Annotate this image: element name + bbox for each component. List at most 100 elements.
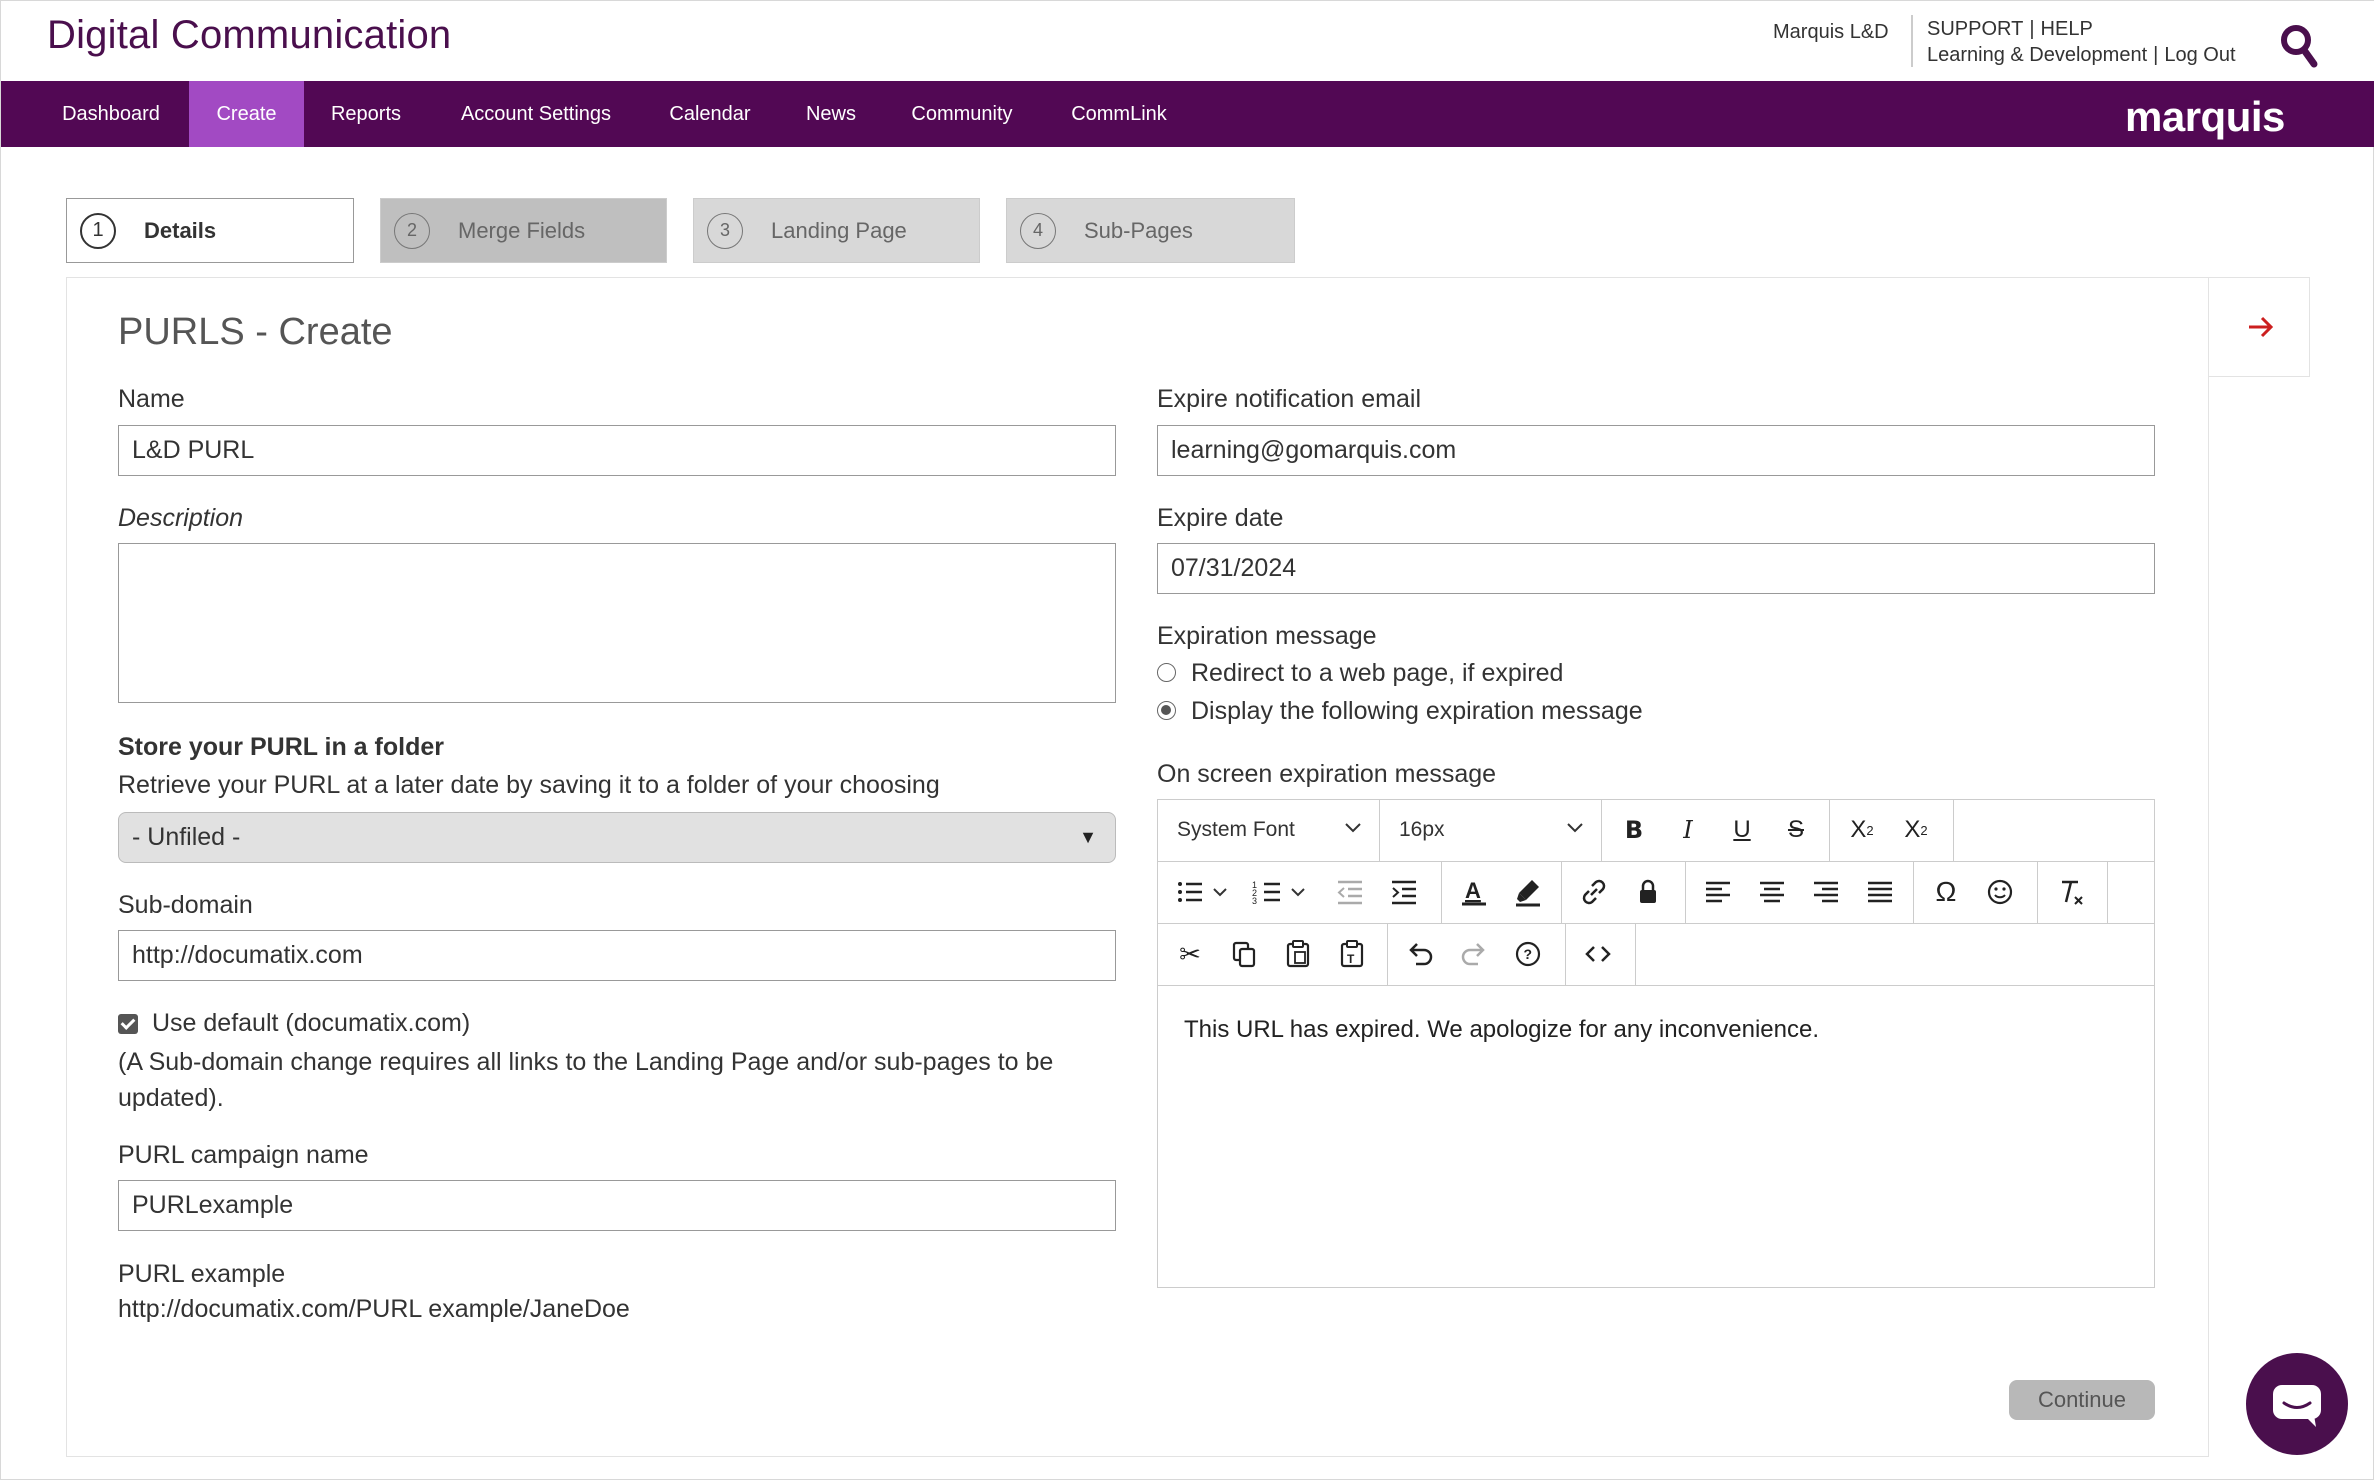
org-link[interactable]: Learning & Development xyxy=(1927,44,2147,66)
emoji-icon[interactable] xyxy=(1980,872,2020,912)
example-label: PURL example xyxy=(118,1260,286,1288)
subscript-icon[interactable]: X2 xyxy=(1896,810,1936,850)
paste-icon[interactable] xyxy=(1278,934,1318,974)
header-divider xyxy=(1911,15,1913,67)
step-number: 4 xyxy=(1020,212,1056,249)
radio-display-message[interactable] xyxy=(1157,701,1176,720)
logout-link[interactable]: Log Out xyxy=(2164,44,2235,66)
nav-dashboard[interactable]: Dashboard xyxy=(41,81,181,147)
step-number: 2 xyxy=(394,212,430,249)
lock-icon[interactable] xyxy=(1628,872,1668,912)
folder-select[interactable]: - Unfiled - ▼ xyxy=(118,812,1116,863)
undo-icon[interactable] xyxy=(1400,934,1440,974)
expire-email-label: Expire notification email xyxy=(1157,385,1422,413)
chat-button[interactable] xyxy=(2246,1353,2348,1455)
nav-reports[interactable]: Reports xyxy=(319,81,413,147)
help-link[interactable]: HELP xyxy=(2041,18,2093,40)
outdent-icon[interactable] xyxy=(1330,872,1370,912)
expire-email-input[interactable]: learning@gomarquis.com xyxy=(1157,425,2155,476)
onscreen-message-label: On screen expiration message xyxy=(1157,760,1497,788)
nav-calendar[interactable]: Calendar xyxy=(659,81,761,147)
subdomain-input[interactable]: http://documatix.com xyxy=(118,930,1116,981)
nav-account-settings[interactable]: Account Settings xyxy=(445,81,627,147)
expiration-message-label: Expiration message xyxy=(1157,622,1377,650)
header-links: SUPPORT | HELP Learning & Development | Log … xyxy=(1927,18,2236,66)
use-default-checkbox[interactable] xyxy=(118,1014,138,1034)
name-label: Name xyxy=(118,385,185,413)
indent-icon[interactable] xyxy=(1384,872,1424,912)
user-name: Marquis L&D xyxy=(1773,21,1889,43)
text-color-icon[interactable]: A xyxy=(1454,872,1494,912)
underline-icon[interactable]: U xyxy=(1722,810,1762,850)
nav-news[interactable]: News xyxy=(793,81,869,147)
special-character-icon[interactable]: Ω xyxy=(1926,872,1966,912)
copy-icon[interactable] xyxy=(1224,934,1264,974)
step-number: 1 xyxy=(80,212,116,249)
next-arrow-button[interactable] xyxy=(2209,277,2310,377)
bold-icon[interactable]: B xyxy=(1614,810,1654,850)
campaign-input[interactable]: PURLexample xyxy=(118,1180,1116,1231)
chat-icon xyxy=(2273,1385,2321,1427)
caret-down-icon: ▼ xyxy=(1079,827,1097,847)
font-family-dropdown[interactable]: System Font xyxy=(1158,800,1380,861)
chevron-down-icon[interactable] xyxy=(1210,872,1230,912)
svg-text:?: ? xyxy=(1524,946,1533,962)
bullet-list-icon[interactable] xyxy=(1170,872,1210,912)
main-nav: Dashboard Create Reports Account Setting… xyxy=(1,81,2374,147)
support-link[interactable]: SUPPORT xyxy=(1927,18,2023,40)
align-right-icon[interactable] xyxy=(1806,872,1846,912)
radio-redirect[interactable] xyxy=(1157,663,1176,682)
font-size-value: 16px xyxy=(1399,818,1445,841)
align-justify-icon[interactable] xyxy=(1860,872,1900,912)
description-label: Description xyxy=(118,504,244,532)
arrow-right-icon xyxy=(2249,316,2274,338)
strikethrough-icon[interactable]: S xyxy=(1776,810,1816,850)
step-merge-fields[interactable]: 2 Merge Fields xyxy=(380,198,667,263)
cut-icon[interactable]: ✂ xyxy=(1170,934,1210,974)
chevron-down-icon[interactable] xyxy=(1288,872,1308,912)
align-left-icon[interactable] xyxy=(1698,872,1738,912)
use-default-label: Use default (documatix.com) xyxy=(152,1009,471,1037)
editor-content[interactable]: This URL has expired. We apologize for a… xyxy=(1184,1016,1819,1044)
app-title: Digital Communication xyxy=(47,13,452,57)
code-group xyxy=(1566,924,1636,985)
nav-community[interactable]: Community xyxy=(901,81,1023,147)
step-details[interactable]: 1 Details xyxy=(66,198,354,263)
paste-text-icon[interactable]: T xyxy=(1332,934,1372,974)
redo-icon[interactable] xyxy=(1454,934,1494,974)
align-center-icon[interactable] xyxy=(1752,872,1792,912)
expire-date-input[interactable]: 07/31/2024 xyxy=(1157,543,2155,594)
name-input[interactable]: L&D PURL xyxy=(118,425,1116,476)
help-icon[interactable]: ? xyxy=(1508,934,1548,974)
toolbar-row-2: 123 A Ω xyxy=(1158,862,2154,924)
nav-create[interactable]: Create xyxy=(189,81,304,147)
superscript-icon[interactable]: X2 xyxy=(1842,810,1882,850)
font-size-dropdown[interactable]: 16px xyxy=(1380,800,1602,861)
source-code-icon[interactable] xyxy=(1578,934,1618,974)
folder-help-text: Retrieve your PURL at a later date by sa… xyxy=(118,771,940,799)
align-group xyxy=(1686,862,1914,923)
highlight-icon[interactable] xyxy=(1508,872,1548,912)
folder-heading: Store your PURL in a folder xyxy=(118,733,444,761)
svg-text:T: T xyxy=(1347,952,1355,966)
toolbar-row-1: System Font 16px B I U S X2 X2 xyxy=(1158,800,2154,862)
header: Digital Communication Marquis L&D SUPPOR… xyxy=(1,1,2374,81)
rich-text-editor: System Font 16px B I U S X2 X2 1 2 3 A Ω… xyxy=(1157,799,2155,1288)
link-group xyxy=(1562,862,1686,923)
step-sub-pages[interactable]: 4 Sub-Pages xyxy=(1006,198,1295,263)
numbered-list-icon[interactable]: 123 xyxy=(1248,872,1288,912)
link-icon[interactable] xyxy=(1574,872,1614,912)
clear-formatting-icon[interactable] xyxy=(2050,872,2090,912)
step-number: 3 xyxy=(707,212,743,249)
search-icon[interactable] xyxy=(2279,23,2319,69)
italic-icon[interactable]: I xyxy=(1668,810,1708,850)
step-landing-page[interactable]: 3 Landing Page xyxy=(693,198,980,263)
svg-text:A: A xyxy=(1465,878,1481,903)
history-group: ? xyxy=(1388,924,1566,985)
clipboard-group: ✂ T xyxy=(1158,924,1388,985)
radio-redirect-label: Redirect to a web page, if expired xyxy=(1191,659,1564,687)
description-textarea[interactable] xyxy=(118,543,1116,703)
page-title: PURLS - Create xyxy=(118,311,393,353)
continue-button[interactable]: Continue xyxy=(2009,1380,2155,1420)
nav-commlink[interactable]: CommLink xyxy=(1055,81,1183,147)
